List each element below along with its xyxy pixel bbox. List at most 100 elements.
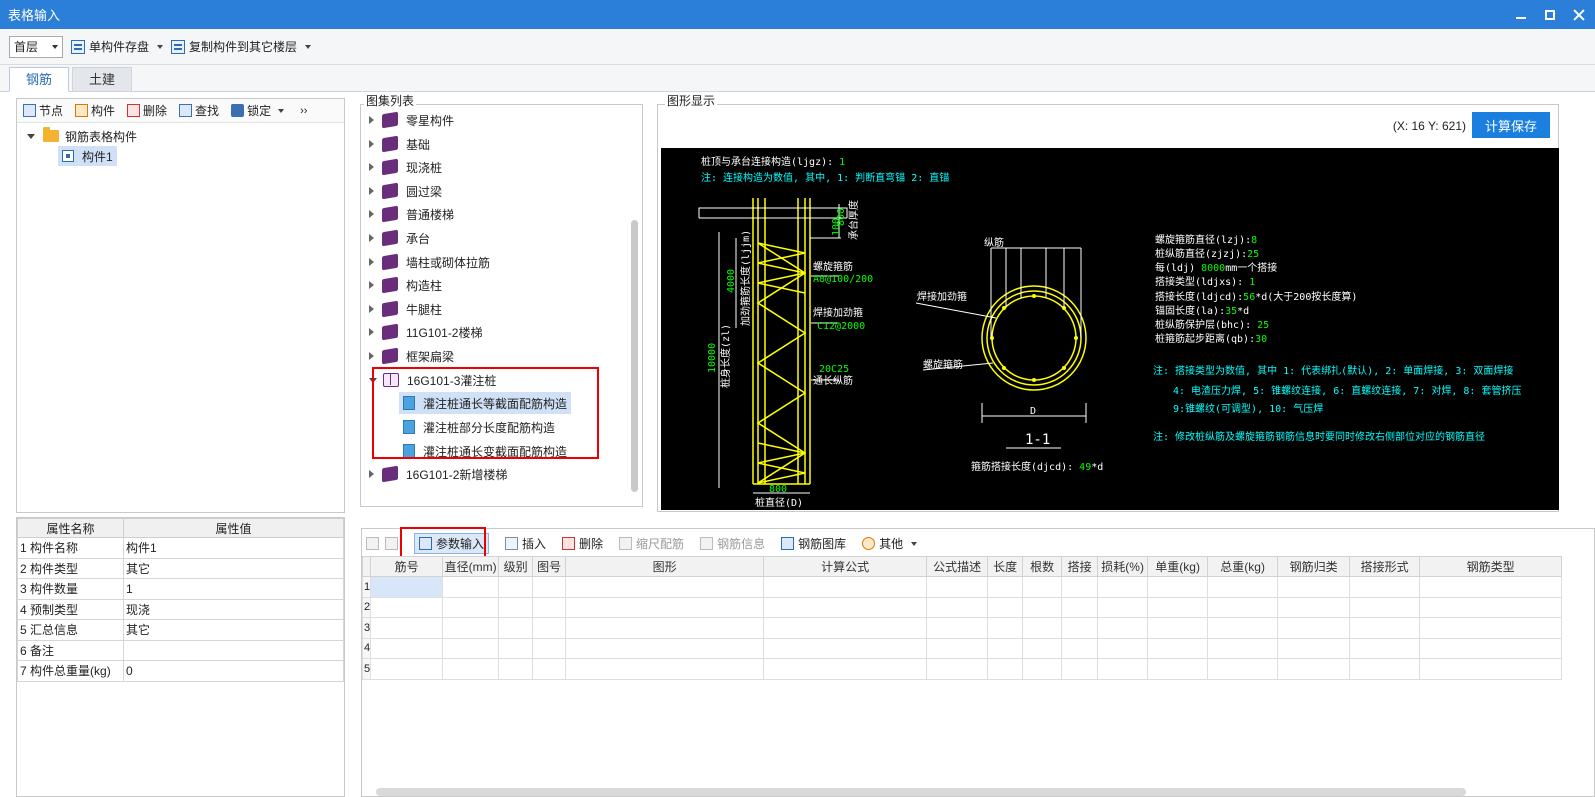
col-header[interactable]: 公式描述: [926, 556, 989, 577]
table-cell[interactable]: [1277, 617, 1351, 639]
table-cell[interactable]: [926, 576, 989, 598]
add-node-button[interactable]: 节点: [23, 102, 63, 119]
table-cell[interactable]: [987, 617, 1024, 639]
table-cell[interactable]: [1147, 576, 1209, 598]
table-cell[interactable]: [532, 576, 567, 598]
table-row[interactable]: 5: [361, 658, 1563, 680]
table-cell[interactable]: [1419, 617, 1563, 639]
table-cell[interactable]: [1419, 658, 1563, 680]
table-cell[interactable]: [763, 596, 928, 618]
table-cell[interactable]: [370, 596, 444, 618]
table-cell[interactable]: [370, 576, 444, 598]
property-value[interactable]: 其它: [123, 619, 344, 641]
property-value[interactable]: 其它: [123, 557, 344, 579]
figure-item[interactable]: 普通楼梯: [369, 203, 454, 225]
chevron-down-icon[interactable]: [157, 45, 164, 52]
rebar-library-button[interactable]: 钢筋图库: [781, 535, 846, 552]
expand-icon[interactable]: [369, 210, 374, 218]
figure-item[interactable]: 16G101-2新增楼梯: [369, 463, 507, 485]
col-header[interactable]: 单重(kg): [1147, 556, 1209, 577]
vertical-scrollbar[interactable]: [631, 220, 638, 492]
property-row[interactable]: 6 备注: [17, 639, 344, 661]
table-cell[interactable]: [1022, 576, 1063, 598]
table-cell[interactable]: [987, 596, 1024, 618]
table-cell[interactable]: [1207, 596, 1279, 618]
table-cell[interactable]: [498, 576, 534, 598]
table-cell[interactable]: [1277, 637, 1351, 659]
table-cell[interactable]: [1022, 658, 1063, 680]
table-cell[interactable]: [1277, 596, 1351, 618]
table-cell[interactable]: [442, 658, 500, 680]
col-header[interactable]: 钢筋类型: [1419, 556, 1563, 577]
figure-item[interactable]: 框架扁梁: [369, 345, 454, 367]
table-cell[interactable]: [1022, 637, 1063, 659]
figure-item[interactable]: 基础: [369, 133, 430, 155]
col-header[interactable]: 计算公式: [763, 556, 928, 577]
property-row[interactable]: 4 预制类型 现浇: [17, 598, 344, 620]
table-cell[interactable]: [370, 637, 444, 659]
table-cell[interactable]: [763, 576, 928, 598]
table-cell[interactable]: [532, 658, 567, 680]
horizontal-scrollbar[interactable]: [376, 788, 1466, 796]
scale-rebar-button[interactable]: 缩尺配筋: [619, 535, 684, 552]
table-cell[interactable]: [565, 576, 765, 598]
figure-item[interactable]: 承台: [369, 227, 430, 249]
chevron-down-icon[interactable]: [911, 541, 918, 549]
property-value[interactable]: 0: [123, 660, 344, 682]
table-cell[interactable]: [370, 658, 444, 680]
tab-civil[interactable]: 土建: [72, 67, 132, 92]
table-cell[interactable]: [1061, 658, 1099, 680]
table-row[interactable]: 1: [361, 576, 1563, 598]
table-cell[interactable]: [532, 596, 567, 618]
expand-icon[interactable]: [369, 234, 374, 242]
expand-icon[interactable]: [27, 133, 35, 139]
table-cell[interactable]: [1349, 596, 1421, 618]
table-cell[interactable]: [1207, 576, 1279, 598]
property-value[interactable]: 1: [123, 578, 344, 600]
expand-icon[interactable]: [369, 116, 374, 124]
expand-icon[interactable]: [369, 352, 374, 360]
table-cell[interactable]: [926, 637, 989, 659]
cad-drawing[interactable]: 桩顶与承台连接构造(ljgz): 1 注: 连接构造为数值, 其中, 1: 判断…: [661, 148, 1559, 510]
move-down-icon[interactable]: [385, 536, 398, 550]
table-cell[interactable]: [1097, 637, 1149, 659]
expand-icon[interactable]: [369, 281, 374, 289]
more-chevron-icon[interactable]: ››: [300, 105, 307, 117]
col-header[interactable]: 长度: [987, 556, 1024, 577]
table-cell[interactable]: [1349, 576, 1421, 598]
col-header[interactable]: 总重(kg): [1207, 556, 1279, 577]
table-cell[interactable]: [763, 637, 928, 659]
col-header[interactable]: 图形: [565, 556, 765, 577]
col-header[interactable]: 筋号: [370, 556, 444, 577]
figure-item[interactable]: 11G101-2楼梯: [369, 321, 482, 343]
add-component-button[interactable]: 构件: [75, 102, 115, 119]
table-row[interactable]: 2: [361, 596, 1563, 618]
minimize-icon[interactable]: [1515, 9, 1527, 21]
table-cell[interactable]: [763, 658, 928, 680]
property-row[interactable]: 2 构件类型 其它: [17, 557, 344, 579]
table-cell[interactable]: [1277, 576, 1351, 598]
delete-row-button[interactable]: 删除: [562, 535, 603, 552]
figure-item[interactable]: 构造柱: [369, 274, 442, 296]
expand-icon[interactable]: [369, 305, 374, 313]
table-cell[interactable]: [1207, 637, 1279, 659]
copy-to-floors-button[interactable]: 复制构件到其它楼层: [171, 38, 312, 55]
calc-save-button[interactable]: 计算保存: [1472, 112, 1550, 138]
table-cell[interactable]: [370, 617, 444, 639]
rebar-info-button[interactable]: 钢筋信息: [700, 535, 765, 552]
table-cell[interactable]: [1349, 617, 1421, 639]
figure-item[interactable]: 墙柱或砌体拉筋: [369, 251, 490, 273]
expand-icon[interactable]: [369, 187, 374, 195]
expand-icon[interactable]: [369, 163, 374, 171]
table-cell[interactable]: [1147, 658, 1209, 680]
table-cell[interactable]: [1097, 617, 1149, 639]
chevron-down-icon[interactable]: [305, 45, 312, 52]
table-cell[interactable]: [987, 576, 1024, 598]
expand-icon[interactable]: [369, 140, 374, 148]
table-cell[interactable]: [763, 617, 928, 639]
table-cell[interactable]: [498, 637, 534, 659]
figure-item[interactable]: 零星构件: [369, 109, 454, 131]
tab-rebar[interactable]: 钢筋: [9, 67, 69, 92]
floor-select[interactable]: 首层: [9, 35, 63, 58]
col-header[interactable]: 钢筋归类: [1277, 556, 1351, 577]
